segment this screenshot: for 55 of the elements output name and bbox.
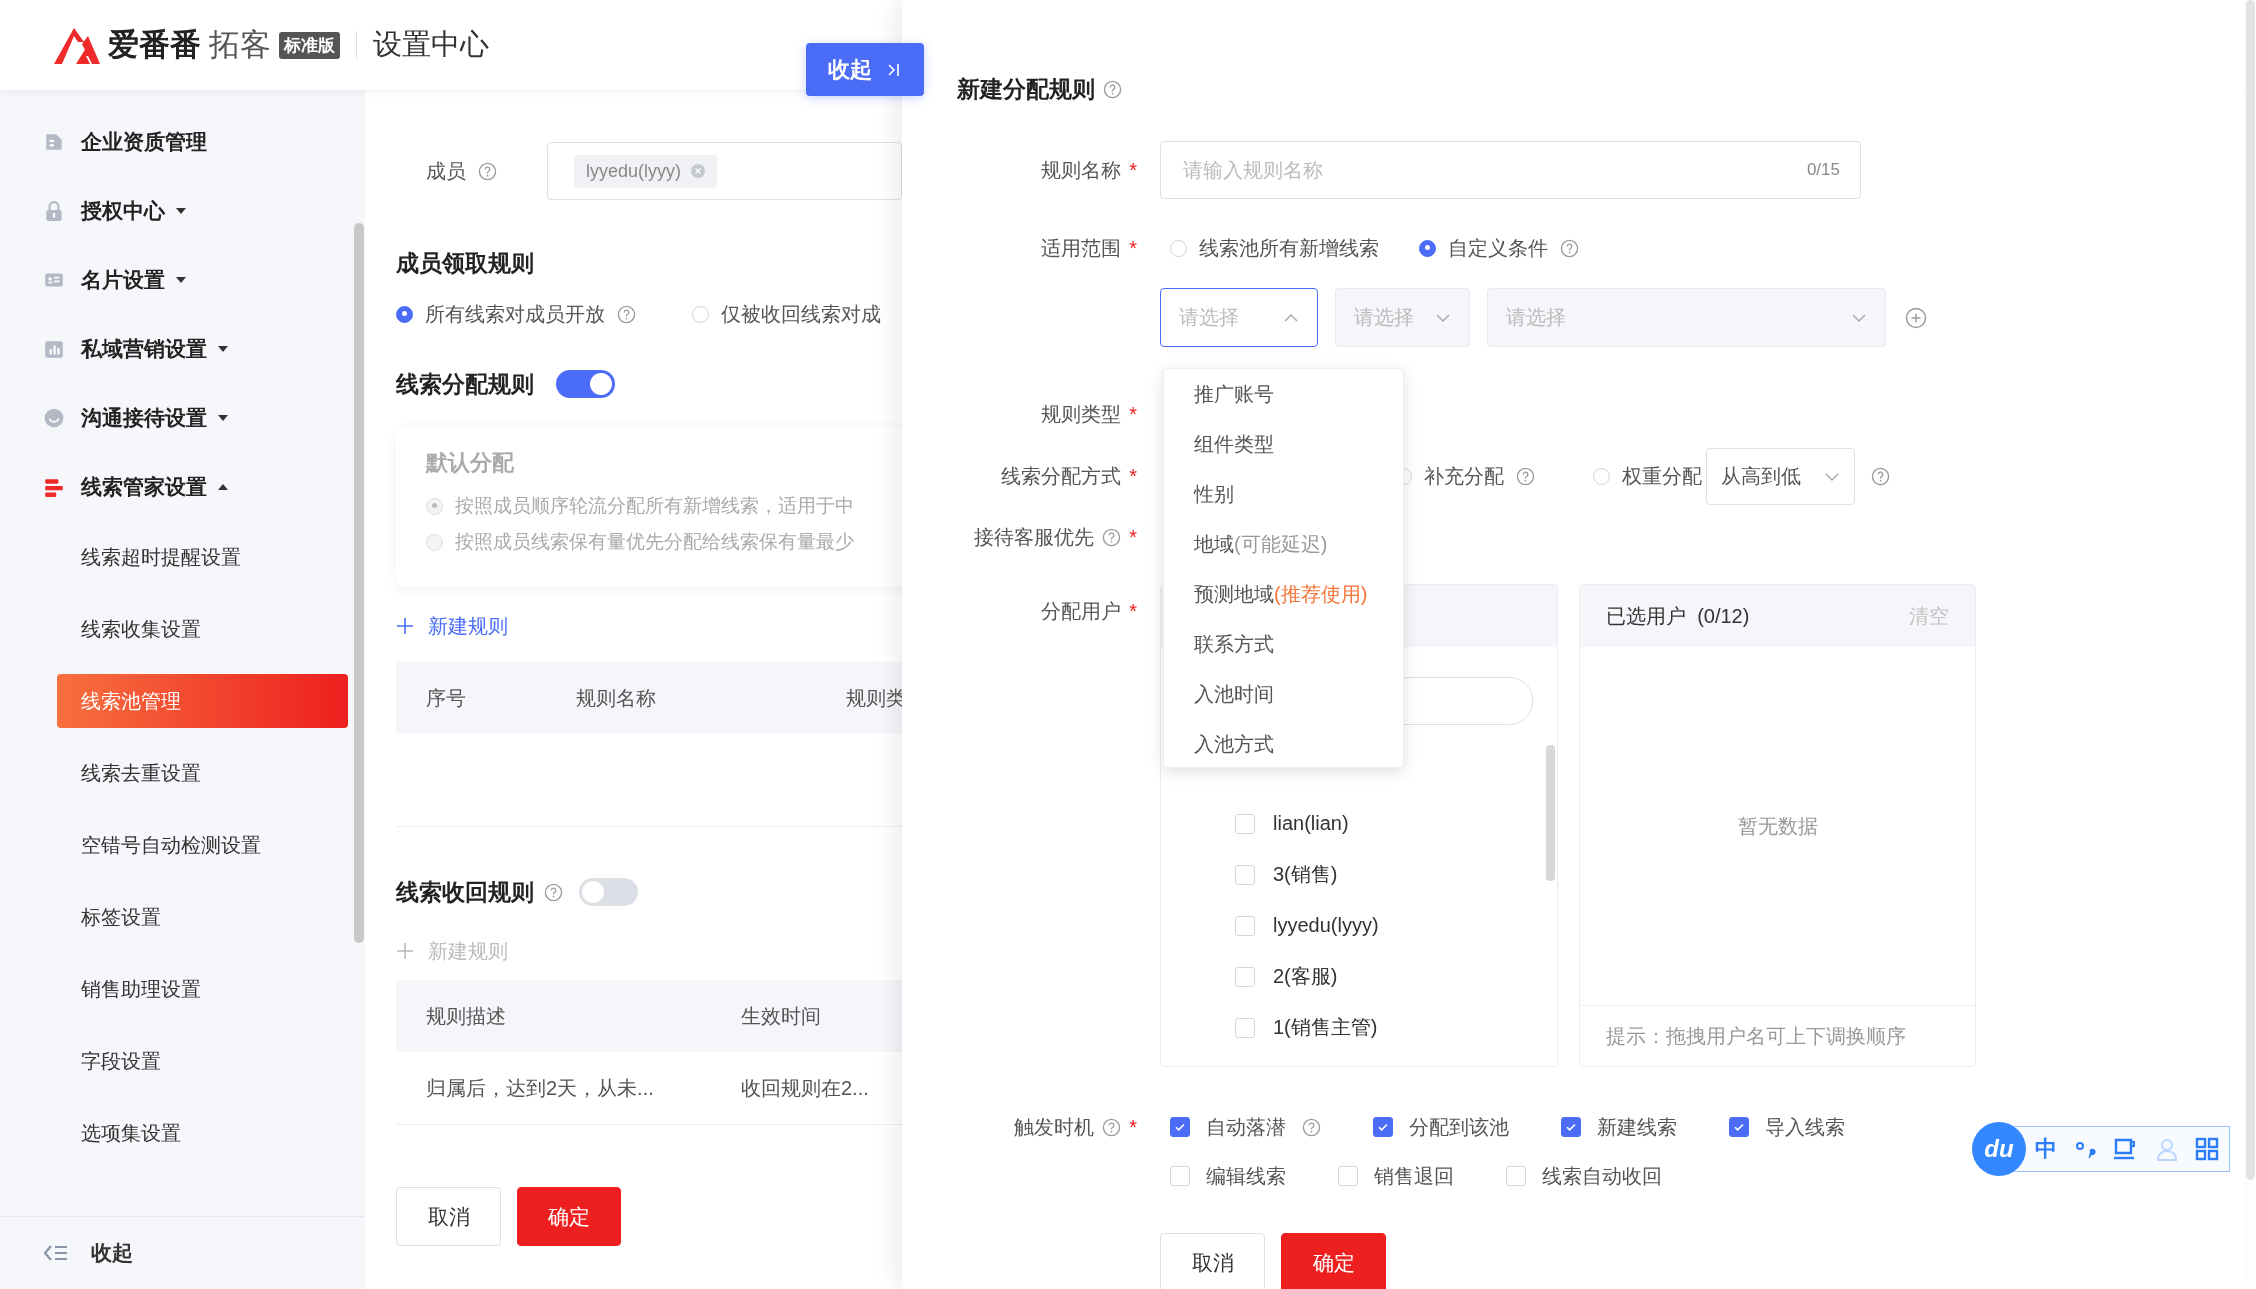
checkbox-label: 线索自动收回 [1542,1163,1662,1189]
checkbox-label: 自动落潜 [1206,1114,1286,1140]
column-header: 生效时间 [740,1003,822,1029]
field-label: 适用范围 [1041,235,1122,261]
radio-label: 自定义条件 [1448,235,1548,261]
radio-label: 线索池所有新增线索 [1199,235,1379,261]
field-label: 接待客服优先 [974,524,1095,550]
table-cell-text: 归属后，达到2天，从未... [425,1075,655,1101]
required-mark: * [1129,600,1137,623]
checkbox-label: 导入线索 [1765,1114,1845,1140]
section-title: 线索收回规则 [396,877,534,907]
product-name: 拓客 [209,26,271,64]
radio-label: 仅被收回线索对成 [721,301,881,327]
required-mark: * [1129,1115,1137,1139]
required-mark: * [1129,158,1137,182]
hint-text: 提示：拖拽用户名可上下调换顺序 [1606,1023,1906,1049]
required-mark: * [1129,525,1137,549]
section-title: 成员领取规则 [396,249,534,278]
column-header: 规则描述 [425,1003,507,1029]
empty-text: 暂无数据 [1737,813,1818,839]
page-title: 设置中心 [373,27,489,62]
field-label: 触发时机 [1014,1114,1095,1140]
character-counter: 0/15 [1806,160,1840,180]
radio-label: 补充分配 [1424,464,1504,489]
field-label: 分配用户 [1041,599,1122,624]
user-name: lian(lian) [1273,812,1349,835]
radio-label: 权重分配 [1622,464,1702,489]
user-name: 3(销售) [1273,862,1338,887]
checkbox-label: 分配到该池 [1409,1114,1509,1140]
radio-label: 所有线索对成员开放 [425,301,605,327]
field-label: 成员 [426,158,466,184]
field-label: 线索分配方式 [1001,464,1122,489]
checkbox-label: 编辑线索 [1206,1163,1286,1189]
card-title: 默认分配 [426,449,514,477]
required-mark: * [1129,236,1137,260]
radio-label: 按照成员线索保有量优先分配给线索保有量最少 [455,530,854,554]
checkbox-label: 销售退回 [1374,1163,1454,1189]
user-name: lyyedu(lyyy) [1273,914,1379,937]
drawer-title: 新建分配规则 [957,74,1095,104]
required-mark: * [1129,402,1137,426]
section-title: 线索分配规则 [396,369,534,399]
user-name: 2(客服) [1273,964,1338,989]
user-name: 1(销售主管) [1273,1015,1378,1040]
edition-badge: 标准版 [279,31,340,59]
panel-title: 已选用户 (0/12) [1606,603,1750,629]
radio-label: 按照成员顺序轮流分配所有新增线索，适用于中 [455,494,854,518]
table-cell-text: 收回规则在2... [740,1075,870,1101]
field-label: 规则类型 [1041,401,1122,427]
column-header: 序号 [425,685,467,711]
field-label: 规则名称 [1041,157,1122,183]
member-tag: lyyedu(lyyy) [574,154,718,188]
brand-name: 爱番番 [108,26,201,64]
checkbox-label: 新建线索 [1597,1114,1677,1140]
column-header: 规则名称 [575,685,657,711]
required-mark: * [1129,465,1137,488]
